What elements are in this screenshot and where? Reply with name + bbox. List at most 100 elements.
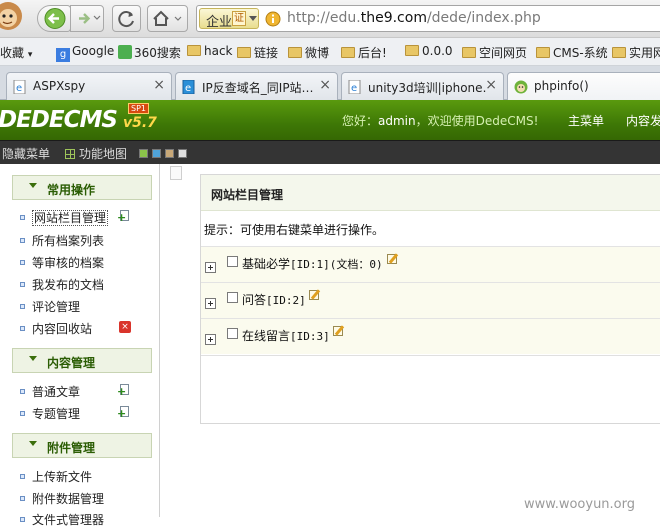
monkey-face-icon — [514, 80, 528, 94]
bookmark-label: 链接 — [254, 46, 279, 60]
menu-item-attachment-data[interactable]: 附件数据管理 — [20, 490, 104, 507]
category-meta: [ID:2] — [266, 294, 306, 307]
dedecms-logo: DEDECMS — [0, 107, 118, 133]
bookmark-label: Google — [72, 44, 115, 58]
forward-button[interactable] — [70, 5, 104, 32]
svg-text:e: e — [351, 83, 357, 94]
bookmark-weibo[interactable]: 微博 — [288, 44, 329, 61]
site-info-icon[interactable] — [265, 11, 281, 27]
section-content-management[interactable]: 内容管理 — [12, 348, 152, 373]
svg-text:e: e — [16, 83, 22, 94]
bookmark-space-pages[interactable]: 空间网页 — [462, 44, 527, 61]
row-checkbox[interactable] — [227, 328, 238, 339]
url-text[interactable]: http://edu.the9.com/dede/index.php — [287, 10, 541, 26]
function-map-link[interactable]: 功能地图 — [65, 145, 127, 162]
menu-item-topics[interactable]: 专题管理 — [20, 405, 80, 422]
refresh-button[interactable] — [112, 5, 141, 32]
delete-icon[interactable]: × — [119, 321, 131, 333]
function-map-label: 功能地图 — [79, 147, 128, 161]
category-row[interactable]: 在线留言[ID:3] — [201, 318, 660, 354]
menu-item-recycle-bin[interactable]: 内容回收站 — [20, 320, 92, 337]
bookmark-backend[interactable]: 后台! — [341, 44, 387, 61]
tab-aspxspy[interactable]: e ASPXspy × — [6, 72, 172, 100]
menu-item-label: 专题管理 — [32, 407, 81, 421]
expand-icon[interactable] — [205, 298, 216, 309]
address-bar[interactable]: 企业 证 http://edu.the9.com/dede/index.php — [196, 5, 660, 32]
menu-item-comments[interactable]: 评论管理 — [20, 298, 80, 315]
home-button[interactable] — [147, 5, 188, 32]
folder-icon — [341, 47, 355, 58]
category-name: 基础必学 — [242, 257, 291, 271]
tab-phpinfo[interactable]: phpinfo() — [507, 72, 660, 100]
tab-title: phpinfo() — [534, 79, 589, 93]
menu-item-articles[interactable]: 普通文章 — [20, 383, 80, 400]
category-row[interactable]: 问答[ID:2] — [201, 282, 660, 318]
bookmark-label: 360搜索 — [134, 46, 181, 60]
bookmark-000[interactable]: 0.0.0 — [405, 44, 453, 58]
category-label[interactable]: 问答[ID:2] — [242, 291, 306, 308]
main-menu-link[interactable]: 主菜单 — [568, 112, 604, 129]
folder-icon — [612, 47, 626, 58]
cms-header: DEDECMS SP1 v5.7 您好：admin，欢迎使用DedeCMS! 主… — [0, 100, 660, 140]
category-label[interactable]: 在线留言[ID:3] — [242, 327, 330, 344]
bookmark-hack[interactable]: hack — [187, 44, 233, 58]
category-row[interactable]: 基础必学[ID:1](文档：0) — [201, 246, 660, 282]
tab-unity3d[interactable]: e unity3d培训|iphone… × — [341, 72, 504, 100]
edit-icon[interactable] — [309, 289, 322, 301]
bookmark-360search[interactable]: 360搜索 — [118, 44, 181, 61]
bookmark-links[interactable]: 链接 — [237, 44, 278, 61]
grid-icon — [65, 149, 75, 159]
menu-item-my-documents[interactable]: 我发布的文档 — [20, 276, 104, 293]
menu-item-file-manager[interactable]: 文件式管理器 — [20, 511, 104, 528]
row-checkbox[interactable] — [227, 292, 238, 303]
add-icon[interactable]: + — [117, 210, 130, 223]
category-name: 在线留言 — [242, 329, 291, 343]
chevron-down-icon: ▾ — [27, 50, 33, 60]
section-common-ops[interactable]: 常用操作 — [12, 175, 152, 200]
ie-page-icon: e — [182, 80, 195, 94]
welcome-prefix: 您好： — [342, 114, 379, 128]
company-cert-badge[interactable]: 企业 证 — [199, 8, 259, 30]
tab-ip-reverse-lookup[interactable]: e IP反查域名_同IP站… × — [175, 72, 338, 100]
theme-swatch-brown[interactable] — [165, 149, 174, 158]
username: admin — [378, 114, 416, 128]
menu-item-column-management[interactable]: 网站栏目管理 — [20, 209, 109, 226]
close-icon[interactable]: × — [485, 77, 497, 93]
theme-swatch-gray[interactable] — [178, 149, 187, 158]
bookmark-google[interactable]: g Google — [56, 44, 114, 62]
browser-toolbar: 企业 证 http://edu.the9.com/dede/index.php — [0, 0, 660, 38]
edit-icon[interactable] — [387, 253, 400, 265]
panel-divider — [201, 355, 660, 356]
bookmark-useful-sites[interactable]: 实用网 — [612, 44, 660, 61]
bookmark-label: 收藏 — [0, 46, 25, 60]
edit-icon[interactable] — [333, 325, 346, 337]
back-button[interactable] — [37, 5, 71, 32]
bookmark-favorites[interactable]: 收藏 ▾ — [0, 44, 32, 61]
bookmark-label: 后台! — [358, 46, 387, 60]
section-attachment-management[interactable]: 附件管理 — [12, 433, 152, 458]
close-icon[interactable]: × — [319, 77, 331, 93]
bookmark-cms-systems[interactable]: CMS-系统 — [536, 44, 608, 61]
expand-icon[interactable] — [205, 262, 216, 273]
bullet-icon — [20, 389, 25, 394]
menu-item-pending-review[interactable]: 等审核的档案 — [20, 254, 104, 271]
main-content: 网站栏目管理 提示：可使用右键菜单进行操作。 基础必学[ID:1](文档：0) … — [160, 164, 660, 517]
content-publish-link[interactable]: 内容发布 — [626, 112, 660, 129]
hide-menu-link[interactable]: 隐藏菜单 — [2, 145, 50, 162]
tab-strip: e ASPXspy × e IP反查域名_同IP站… × e unity3d培训… — [0, 66, 660, 100]
row-checkbox[interactable] — [227, 256, 238, 267]
category-label[interactable]: 基础必学[ID:1](文档：0) — [242, 255, 383, 272]
menu-item-label: 所有档案列表 — [32, 234, 105, 248]
menu-item-all-archives[interactable]: 所有档案列表 — [20, 232, 104, 249]
add-icon[interactable]: + — [117, 384, 130, 397]
theme-swatch-blue[interactable] — [152, 149, 161, 158]
welcome-message: 您好：admin，欢迎使用DedeCMS! — [342, 112, 538, 129]
close-icon[interactable]: × — [153, 77, 165, 93]
menu-item-upload-file[interactable]: 上传新文件 — [20, 468, 92, 485]
add-icon[interactable]: + — [117, 406, 130, 419]
expand-icon[interactable] — [205, 334, 216, 345]
bullet-icon — [20, 215, 25, 220]
theme-swatch-green[interactable] — [139, 149, 148, 158]
bullet-icon — [20, 474, 25, 479]
watermark: www.wooyun.org — [524, 497, 636, 512]
